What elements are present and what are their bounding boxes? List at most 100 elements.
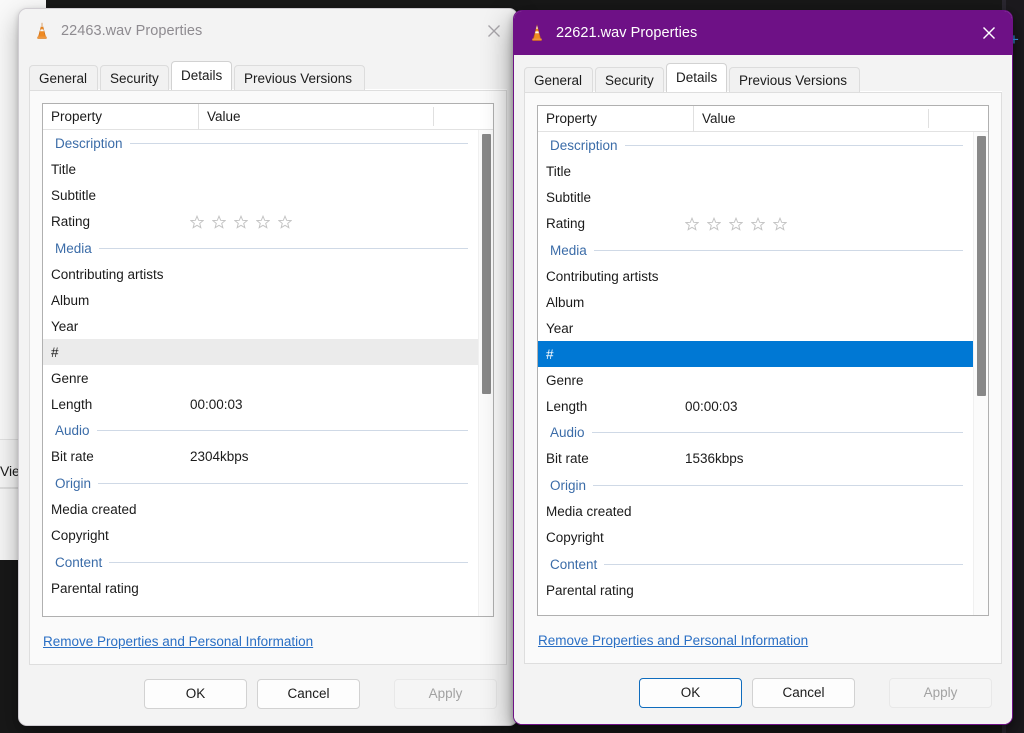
- table-row[interactable]: Contributing artists: [538, 264, 973, 290]
- group-header-row: Content: [43, 549, 478, 576]
- close-icon: [982, 26, 996, 40]
- tab-strip: General Security Details Previous Versions: [524, 63, 1002, 92]
- listview-header: Property Value: [43, 104, 493, 130]
- table-row[interactable]: Title: [43, 157, 478, 183]
- star-icon[interactable]: [278, 214, 292, 229]
- table-row[interactable]: Rating: [43, 209, 478, 235]
- dialog-footer: OK Cancel Apply: [19, 665, 517, 725]
- star-icon[interactable]: [729, 216, 743, 231]
- properties-listview[interactable]: Property Value Description Title Subtitle Rat…: [537, 105, 989, 616]
- table-row[interactable]: Bit rate 2304kbps: [43, 444, 478, 470]
- group-header-rule: [129, 143, 468, 144]
- table-row[interactable]: Copyright: [43, 523, 478, 549]
- table-row[interactable]: Subtitle: [43, 183, 478, 209]
- star-icon[interactable]: [234, 214, 248, 229]
- column-header-property[interactable]: Property: [538, 106, 693, 132]
- table-row[interactable]: Parental rating: [43, 576, 478, 602]
- scrollbar-thumb[interactable]: [977, 136, 986, 396]
- table-row[interactable]: Subtitle: [538, 185, 973, 211]
- group-header-label: Media: [55, 240, 92, 256]
- column-header-value[interactable]: Value: [198, 104, 438, 130]
- title-bar[interactable]: 22621.wav Properties: [514, 11, 1012, 55]
- group-header-rule: [591, 432, 963, 434]
- remove-properties-link[interactable]: Remove Properties and Personal Informati…: [538, 633, 808, 648]
- table-row[interactable]: Album: [538, 290, 973, 316]
- table-row[interactable]: Bit rate 1536kbps: [538, 446, 973, 472]
- tab-panel-details: Property Value Description Title Subtitle Rat…: [29, 90, 507, 665]
- group-header-label: Media: [550, 242, 587, 258]
- table-row[interactable]: Length 00:00:03: [538, 393, 973, 419]
- group-header-row: Media: [43, 235, 478, 262]
- star-icon[interactable]: [751, 216, 765, 231]
- star-icon[interactable]: [256, 214, 270, 229]
- tab-details[interactable]: Details: [666, 63, 727, 92]
- tab-panel-details: Property Value Description Title Subtitle Rat…: [524, 92, 1002, 664]
- group-header-rule: [96, 430, 468, 432]
- listview-scrollbar[interactable]: [478, 130, 493, 616]
- column-divider[interactable]: [928, 109, 929, 128]
- property-name: Title: [546, 164, 572, 180]
- listview-rows: Description Title Subtitle Rating Media Contr…: [538, 132, 973, 615]
- properties-window-1[interactable]: 22463.wav Properties General Security Detai…: [18, 8, 518, 726]
- listview-scrollbar[interactable]: [973, 132, 988, 615]
- table-row[interactable]: #: [538, 341, 973, 368]
- table-row[interactable]: #: [43, 339, 478, 366]
- column-divider[interactable]: [433, 107, 434, 126]
- table-row[interactable]: Year: [43, 313, 478, 339]
- properties-listview[interactable]: Property Value Description Title Subtitle Rat…: [42, 103, 494, 617]
- close-button[interactable]: [471, 9, 517, 53]
- property-name: Bit rate: [51, 449, 94, 465]
- close-button[interactable]: [966, 11, 1012, 55]
- background-explorer-view-menu[interactable]: Vie: [0, 463, 20, 479]
- rating-stars[interactable]: [685, 216, 787, 231]
- table-row[interactable]: Rating: [538, 211, 973, 237]
- scrollbar-thumb[interactable]: [482, 134, 491, 394]
- star-icon[interactable]: [685, 216, 699, 231]
- group-header-row: Audio: [538, 419, 973, 446]
- column-header-value[interactable]: Value: [693, 106, 933, 132]
- table-row[interactable]: Genre: [538, 367, 973, 393]
- remove-properties-link[interactable]: Remove Properties and Personal Informati…: [43, 634, 313, 649]
- property-name: Subtitle: [546, 190, 592, 206]
- apply-button: Apply: [889, 678, 992, 708]
- tab-previous-versions[interactable]: Previous Versions: [729, 67, 860, 92]
- table-row[interactable]: Media created: [538, 499, 973, 525]
- group-header-label: Content: [550, 556, 598, 572]
- title-bar[interactable]: 22463.wav Properties: [19, 9, 517, 53]
- tab-previous-versions[interactable]: Previous Versions: [234, 65, 365, 90]
- column-header-property[interactable]: Property: [43, 104, 198, 130]
- table-row[interactable]: Parental rating: [538, 578, 973, 604]
- group-header-rule: [593, 484, 963, 486]
- group-header-label: Origin: [55, 475, 92, 491]
- ok-button[interactable]: OK: [639, 678, 742, 708]
- table-row[interactable]: Length 00:00:03: [43, 391, 478, 417]
- cancel-button[interactable]: Cancel: [752, 678, 855, 708]
- star-icon[interactable]: [773, 216, 787, 231]
- screen: Vie + 22463.wav Properties General Securit…: [0, 0, 1024, 733]
- tab-details[interactable]: Details: [171, 61, 232, 90]
- tab-security[interactable]: Security: [595, 67, 664, 92]
- table-row[interactable]: Media created: [43, 497, 478, 523]
- cancel-button[interactable]: Cancel: [257, 679, 360, 709]
- table-row[interactable]: Album: [43, 288, 478, 314]
- property-name: Contributing artists: [51, 267, 164, 283]
- tab-security[interactable]: Security: [100, 65, 169, 90]
- dialog-body: General Security Details Previous Versions P…: [19, 53, 517, 725]
- properties-window-2[interactable]: 22621.wav Properties General Security Detai…: [513, 10, 1013, 725]
- group-header-label: Origin: [550, 477, 587, 493]
- rating-stars[interactable]: [190, 214, 292, 229]
- table-row[interactable]: Title: [538, 159, 973, 185]
- star-icon[interactable]: [707, 216, 721, 231]
- tab-general[interactable]: General: [29, 65, 98, 90]
- property-name: Parental rating: [51, 581, 139, 597]
- table-row[interactable]: Copyright: [538, 525, 973, 551]
- star-icon[interactable]: [212, 214, 226, 229]
- property-value: 2304kbps: [190, 449, 249, 465]
- ok-button[interactable]: OK: [144, 679, 247, 709]
- star-icon[interactable]: [190, 214, 204, 229]
- group-header-row: Origin: [43, 470, 478, 497]
- table-row[interactable]: Genre: [43, 365, 478, 391]
- table-row[interactable]: Year: [538, 315, 973, 341]
- table-row[interactable]: Contributing artists: [43, 262, 478, 288]
- tab-general[interactable]: General: [524, 67, 593, 92]
